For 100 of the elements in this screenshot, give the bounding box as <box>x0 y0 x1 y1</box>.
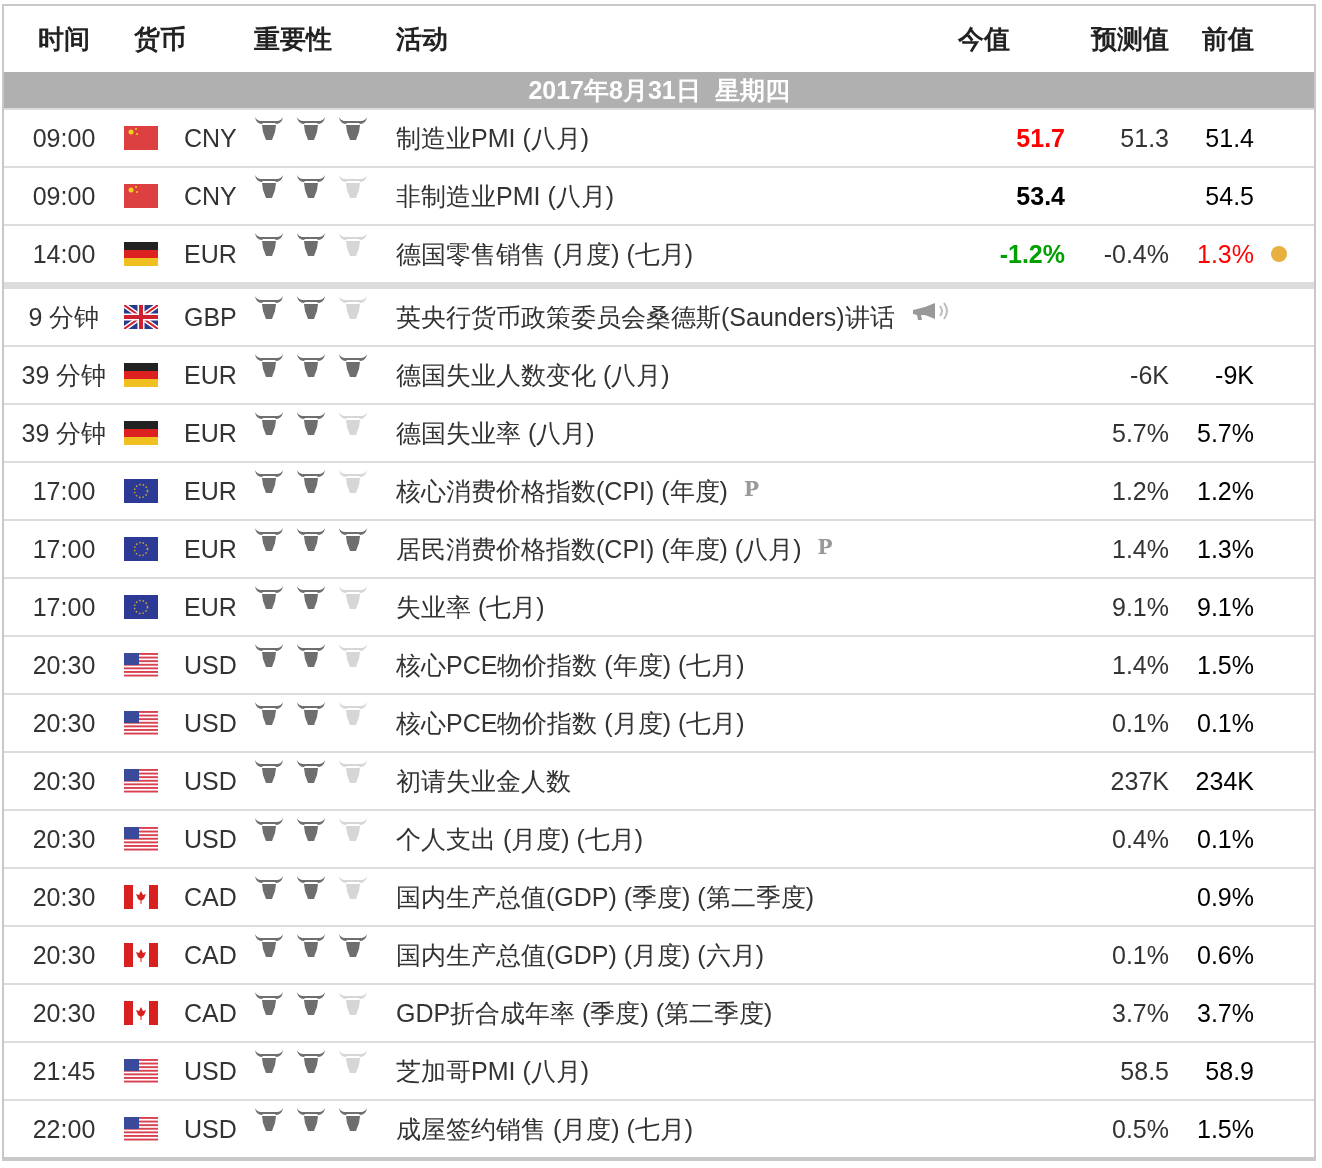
event-name: 成屋签约销售 (月度) (七月) <box>396 1113 694 1145</box>
flag-icon <box>124 885 158 909</box>
bull-icon <box>254 933 284 959</box>
forecast-value: 1.4% <box>1112 650 1169 680</box>
event-row[interactable]: 09:00 CNY 制造业PMI (八月) 51.7 51.3 51.4 <box>4 108 1314 166</box>
previous-value: -9K <box>1215 360 1254 390</box>
bull-icon <box>254 411 284 437</box>
time-cell: 20:30 <box>32 708 96 738</box>
bull-icon <box>338 933 368 959</box>
currency-cell: USD <box>184 708 237 738</box>
bull-icon <box>338 232 368 258</box>
bull-icon <box>338 411 368 437</box>
event-row[interactable]: 20:30 USD 核心PCE物价指数 (年度) (七月) 1.4% 1.5% <box>4 635 1314 693</box>
event-row[interactable]: 17:00 EUR 失业率 (七月) 9.1% 9.1% <box>4 577 1314 635</box>
bull-icon <box>296 353 326 379</box>
previous-value: 1.3% <box>1197 534 1254 564</box>
column-header: 重要性 <box>254 22 332 56</box>
forecast-value: 0.1% <box>1112 708 1169 738</box>
previous-value: 1.5% <box>1197 650 1254 680</box>
previous-value: 0.9% <box>1197 882 1254 912</box>
bull-icon <box>296 585 326 611</box>
bull-icon <box>254 991 284 1017</box>
bull-icon <box>338 469 368 495</box>
event-name: 芝加哥PMI (八月) <box>396 1055 590 1087</box>
bull-icon <box>296 933 326 959</box>
previous-value: 54.5 <box>1205 181 1254 211</box>
event-row[interactable]: 20:30 CAD GDP折合成年率 (季度) (第二季度) 3.7% 3.7% <box>4 983 1314 1041</box>
event-row[interactable]: 17:00 EUR 居民消费价格指数(CPI) (年度) (八月) P 1.4% 1.3% <box>4 519 1314 577</box>
time-cell: 20:30 <box>32 882 96 912</box>
bull-icon <box>296 295 326 321</box>
event-row[interactable]: 39 分钟 EUR 德国失业率 (八月) 5.7% 5.7% <box>4 403 1314 461</box>
bull-icon <box>296 817 326 843</box>
flag-icon <box>124 769 158 793</box>
flag-icon <box>124 595 158 619</box>
event-name: 非制造业PMI (八月) <box>396 180 615 212</box>
previous-value: 9.1% <box>1197 592 1254 622</box>
event-row[interactable]: 20:30 USD 个人支出 (月度) (七月) 0.4% 0.1% <box>4 809 1314 867</box>
forecast-value: 3.7% <box>1112 998 1169 1028</box>
bull-icon <box>254 232 284 258</box>
event-row[interactable]: 22:00 USD 成屋签约销售 (月度) (七月) 0.5% 1.5% <box>4 1099 1314 1157</box>
event-name: 核心PCE物价指数 (月度) (七月) <box>396 707 745 739</box>
bull-icon <box>338 527 368 553</box>
previous-value: 1.5% <box>1197 1114 1254 1144</box>
bull-icon <box>296 875 326 901</box>
event-row[interactable]: 17:00 EUR 核心消费价格指数(CPI) (年度) P 1.2% 1.2% <box>4 461 1314 519</box>
event-row[interactable]: 20:30 CAD 国内生产总值(GDP) (月度) (六月) 0.1% 0.6% <box>4 925 1314 983</box>
currency-cell: USD <box>184 1114 237 1144</box>
currency-cell: EUR <box>184 239 237 269</box>
currency-cell: CNY <box>184 181 237 211</box>
currency-cell: CNY <box>184 123 237 153</box>
event-row[interactable]: 09:00 CNY 非制造业PMI (八月) 53.4 54.5 <box>4 166 1314 224</box>
bull-icon <box>254 116 284 142</box>
forecast-value: 51.3 <box>1120 123 1169 153</box>
event-name: 英央行货币政策委员会桑德斯(Saunders)讲话 <box>396 301 895 333</box>
time-cell: 20:30 <box>32 766 96 796</box>
event-row[interactable]: 20:30 USD 核心PCE物价指数 (月度) (七月) 0.1% 0.1% <box>4 693 1314 751</box>
bull-icon <box>296 469 326 495</box>
previous-value: 234K <box>1195 766 1254 796</box>
currency-cell: USD <box>184 824 237 854</box>
event-row[interactable]: 39 分钟 EUR 德国失业人数变化 (八月) -6K -9K <box>4 345 1314 403</box>
bull-icon <box>338 701 368 727</box>
column-header: 今值 <box>958 22 1010 56</box>
event-row[interactable]: 20:30 USD 初请失业金人数 237K 234K <box>4 751 1314 809</box>
bull-icon <box>296 1107 326 1133</box>
flag-icon <box>124 653 158 677</box>
flag-icon <box>124 421 158 445</box>
event-row[interactable]: 20:30 CAD 国内生产总值(GDP) (季度) (第二季度) 0.9% <box>4 867 1314 925</box>
previous-value: 3.7% <box>1197 998 1254 1028</box>
flag-icon <box>124 242 158 266</box>
time-cell: 21:45 <box>32 1056 96 1086</box>
time-cell: 14:00 <box>32 239 96 269</box>
flag-icon <box>124 1117 158 1141</box>
flag-icon <box>124 305 158 329</box>
column-header: 货币 <box>133 22 186 56</box>
preliminary-mark: P <box>743 476 759 501</box>
flag-icon <box>124 827 158 851</box>
actual-value: 51.7 <box>1016 123 1065 153</box>
bull-icon <box>296 759 326 785</box>
previous-value: 1.3% <box>1197 239 1254 269</box>
event-name: 失业率 (七月) <box>396 591 545 623</box>
previous-value: 5.7% <box>1197 418 1254 448</box>
flag-icon <box>124 1059 158 1083</box>
previous-value: 58.9 <box>1205 1056 1254 1086</box>
currency-cell: EUR <box>184 418 237 448</box>
bull-icon <box>338 817 368 843</box>
time-cell: 17:00 <box>32 592 96 622</box>
currency-cell: EUR <box>184 360 237 390</box>
bull-icon <box>338 585 368 611</box>
event-name: 初请失业金人数 <box>396 765 571 797</box>
forecast-value: 237K <box>1110 766 1169 796</box>
forecast-value: 0.5% <box>1112 1114 1169 1144</box>
previous-value: 1.2% <box>1197 476 1254 506</box>
currency-cell: EUR <box>184 534 237 564</box>
time-cell: 20:30 <box>32 824 96 854</box>
event-name: 德国失业率 (八月) <box>396 417 595 449</box>
event-row[interactable]: 14:00 EUR 德国零售销售 (月度) (七月) -1.2% -0.4% 1.3% <box>4 224 1314 287</box>
event-row[interactable]: 21:45 USD 芝加哥PMI (八月) 58.5 58.9 <box>4 1041 1314 1099</box>
bull-icon <box>296 701 326 727</box>
currency-cell: CAD <box>184 882 237 912</box>
event-row[interactable]: 9 分钟 GBP 英央行货币政策委员会桑德斯(Saunders)讲话 <box>4 287 1314 345</box>
